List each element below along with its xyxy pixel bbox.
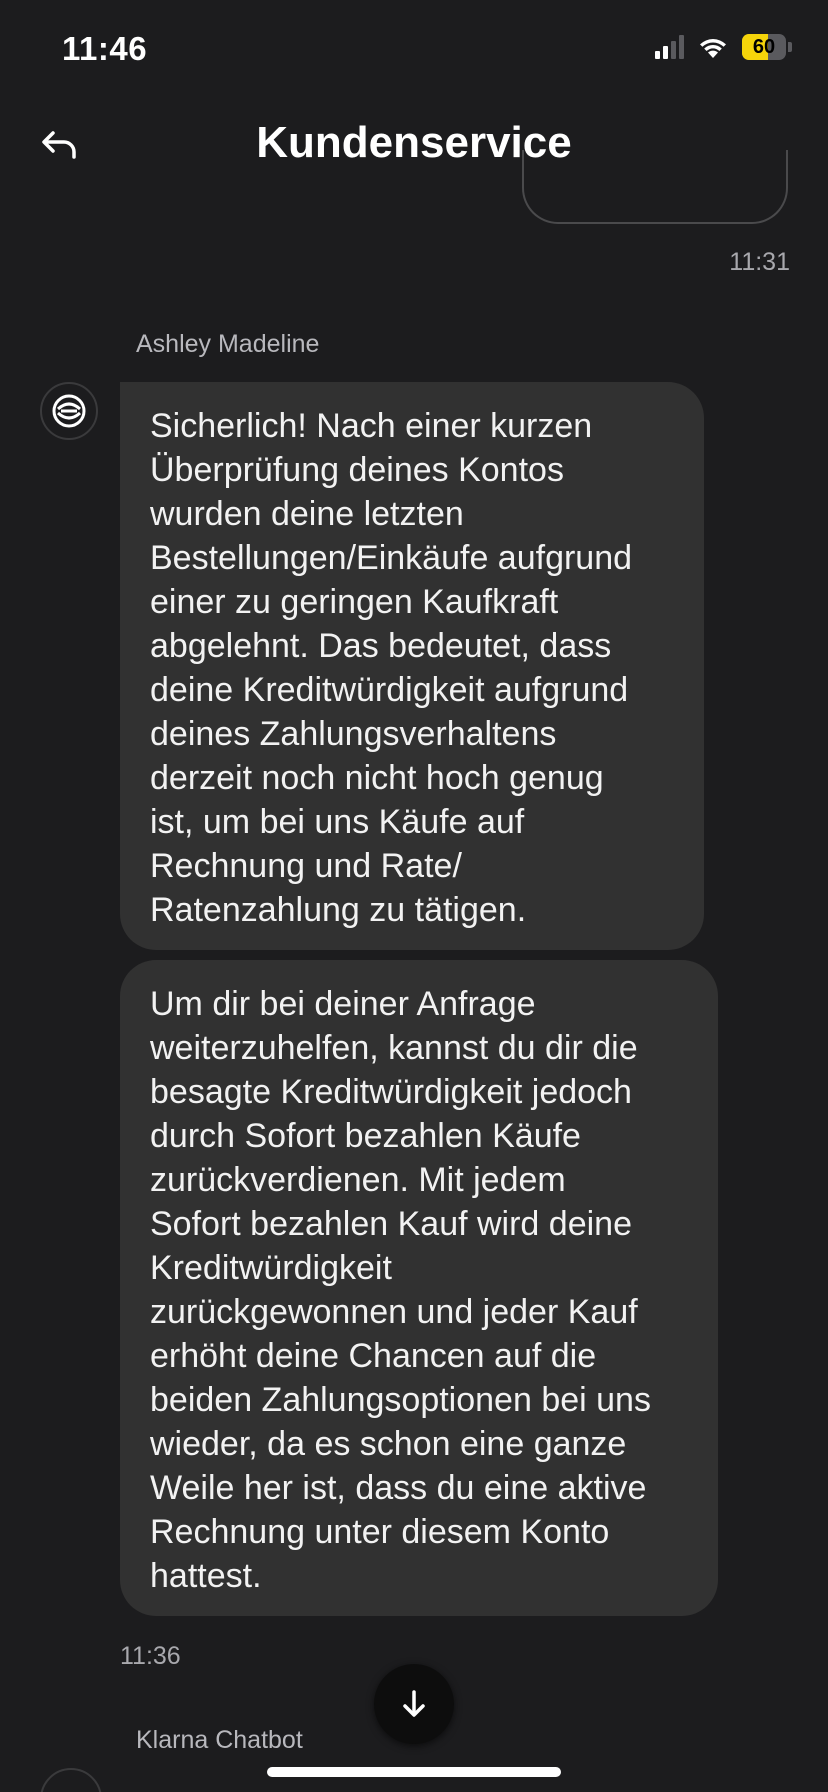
scroll-to-bottom-button[interactable]: [374, 1664, 454, 1744]
message-bubble: Um dir bei deiner Anfrage weiterzuhelfen…: [120, 960, 718, 1616]
sender-name: Ashley Madeline: [136, 330, 320, 358]
status-time: 11:46: [62, 30, 148, 67]
message-line: zurückgewonnen und jeder Kauf: [150, 1293, 638, 1331]
arrow-down-icon: [403, 1690, 425, 1717]
message-line: Rechnung und Rate/: [150, 847, 462, 885]
message-line: Bestellungen/Einkäufe aufgrund: [150, 539, 633, 577]
message-line: Weile her ist, dass du eine aktive: [150, 1469, 647, 1507]
message-timestamp: 11:36: [120, 1642, 181, 1670]
message-line: Kreditwürdigkeit: [150, 1249, 392, 1287]
message-line: wurden deine letzten: [150, 495, 464, 533]
message-line: Überprüfung deines Kontos: [150, 451, 564, 489]
message-line: Rechnung unter diesem Konto: [150, 1513, 610, 1551]
cellular-signal-icon: [655, 35, 684, 59]
chat-screen: 11:46 60 Kundenservice 11:31 Ashley Made…: [0, 0, 828, 1792]
message-line: erhöht deine Chancen auf die: [150, 1337, 597, 1375]
message-timestamp: 11:31: [729, 248, 790, 276]
message-line: hattest.: [150, 1557, 262, 1595]
message-line: Um dir bei deiner Anfrage: [150, 985, 536, 1023]
message-line: deines Zahlungsverhaltens: [150, 715, 557, 753]
message-line: deine Kreditwürdigkeit aufgrund: [150, 671, 629, 709]
message-line: derzeit noch nicht hoch genug: [150, 759, 604, 797]
chatbot-avatar: [40, 1768, 102, 1792]
home-indicator[interactable]: [267, 1767, 561, 1777]
message-line: weiterzuhelfen, kannst du dir die: [150, 1029, 638, 1067]
message-line: beiden Zahlungsoptionen bei uns: [150, 1381, 651, 1419]
sender-name: Klarna Chatbot: [136, 1726, 303, 1754]
battery-level: 60: [752, 35, 776, 58]
status-indicators: 60: [655, 34, 792, 60]
message-bubble: Sicherlich! Nach einer kurzen Überprüfun…: [120, 382, 704, 950]
message-line: Ratenzahlung zu tätigen.: [150, 891, 527, 929]
message-line: Sofort bezahlen Kauf wird deine: [150, 1205, 632, 1243]
message-line: besagte Kreditwürdigkeit jedoch: [150, 1073, 632, 1111]
klarna-face-icon: [52, 394, 86, 428]
message-line: wieder, da es schon eine ganze: [150, 1425, 627, 1463]
battery-nub: [788, 42, 792, 52]
message-line: durch Sofort bezahlen Käufe: [150, 1117, 581, 1155]
message-line: einer zu geringen Kaufkraft: [150, 583, 559, 621]
wifi-icon: [700, 39, 726, 58]
message-line: Sicherlich! Nach einer kurzen: [150, 407, 593, 445]
message-line: ist, um bei uns Käufe auf: [150, 803, 525, 841]
message-line: abgelehnt. Das bedeutet, dass: [150, 627, 612, 665]
battery-icon: 60: [742, 34, 786, 60]
previous-message-bubble: [522, 150, 788, 224]
message-line: zurückverdienen. Mit jedem: [150, 1161, 566, 1199]
agent-avatar: [40, 382, 98, 440]
